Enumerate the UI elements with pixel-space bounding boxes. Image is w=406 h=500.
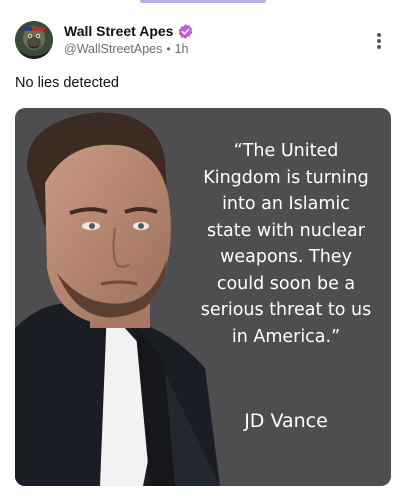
- post-author: Wall Street Apes @WallStreetApes • 1h: [64, 22, 194, 56]
- post-image[interactable]: “The United Kingdom is turning into an I…: [15, 108, 391, 486]
- image-quote-text: “The United Kingdom is turning into an I…: [200, 141, 372, 347]
- author-avatar[interactable]: [15, 21, 53, 59]
- more-vertical-icon: [377, 33, 381, 49]
- image-attribution: JD Vance: [244, 410, 328, 432]
- gorilla-avatar-icon: [15, 21, 53, 59]
- more-options-button[interactable]: [370, 30, 388, 52]
- verified-badge-icon: [177, 23, 194, 40]
- post-text: No lies detected: [15, 75, 119, 91]
- post-time[interactable]: 1h: [175, 42, 189, 56]
- meta-separator: •: [166, 42, 171, 56]
- author-display-name[interactable]: Wall Street Apes: [64, 23, 173, 39]
- author-handle[interactable]: @WallStreetApes: [64, 42, 162, 56]
- active-tab-indicator: [140, 0, 266, 3]
